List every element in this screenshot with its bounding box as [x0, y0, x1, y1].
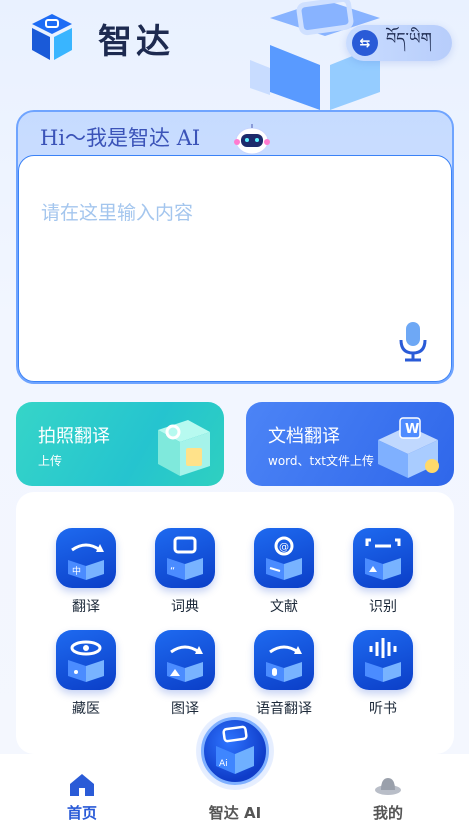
- photo-translate-title: 拍照翻译: [38, 426, 110, 447]
- grid-label: 翻译: [72, 599, 100, 615]
- literature-icon: @: [266, 536, 302, 580]
- grid-item-audiobook[interactable]: 听书: [333, 630, 433, 730]
- language-label: བོད་ཡིག: [386, 28, 432, 48]
- document-translate-title: 文档翻译: [268, 426, 340, 447]
- grid-item-dictionary[interactable]: “ 词典: [135, 528, 235, 628]
- nav-mine-label: 我的: [372, 804, 403, 821]
- robot-icon: [234, 124, 270, 155]
- document-translate-subtitle: word、txt文件上传: [268, 454, 375, 468]
- photo-translate-subtitle: 上传: [38, 454, 63, 468]
- microphone-icon[interactable]: [397, 320, 429, 362]
- nav-ai-label: 智达 AI: [208, 804, 262, 821]
- translate-icon: 中: [68, 543, 104, 580]
- header: 智达 ⇆ བོད་ཡིག: [0, 0, 469, 110]
- svg-text:W: W: [405, 422, 419, 437]
- grid-label: 文献: [270, 599, 298, 615]
- grid-label: 藏医: [72, 701, 100, 717]
- document-cube-icon: W: [378, 417, 439, 478]
- grid-item-recognize[interactable]: 识别: [333, 528, 433, 628]
- home-icon: [70, 774, 94, 796]
- svg-text:中: 中: [72, 565, 81, 577]
- voice-translate-icon: [266, 645, 302, 682]
- audiobook-icon: [365, 638, 401, 682]
- grid-label: 词典: [171, 599, 199, 615]
- nav-mine[interactable]: 我的: [328, 754, 448, 821]
- image-translate-icon: [167, 645, 203, 682]
- fab-text: Ai: [219, 759, 228, 769]
- photo-translate-card[interactable]: 拍照翻译 上传: [16, 402, 224, 486]
- nav-home[interactable]: 首页: [22, 754, 142, 821]
- ai-greeting: Hi～我是智达 AI: [40, 126, 201, 150]
- recognize-icon: [365, 538, 401, 580]
- tibetan-medicine-icon: [68, 640, 104, 682]
- input-placeholder: 请在这里输入内容: [41, 202, 194, 224]
- ai-input-card: Hi～我是智达 AI 请在这里输入内容: [16, 110, 454, 384]
- ai-assistant-button[interactable]: Ai: [201, 717, 269, 785]
- grid-label: 识别: [369, 599, 397, 615]
- text-input-area[interactable]: 请在这里输入内容: [18, 155, 452, 382]
- grid-label: 听书: [369, 701, 397, 717]
- profile-icon: [375, 778, 401, 795]
- ai-cube-icon: Ai: [216, 725, 254, 774]
- document-translate-card[interactable]: 文档翻译 word、txt文件上传 W: [246, 402, 454, 486]
- grid-item-tibetan-medicine[interactable]: 藏医: [36, 630, 136, 730]
- language-switch-button[interactable]: ⇆ བོད་ཡིག: [346, 25, 452, 61]
- nav-home-label: 首页: [66, 804, 97, 821]
- grid-item-translate[interactable]: 中 翻译: [36, 528, 136, 628]
- grid-item-literature[interactable]: @ 文献: [234, 528, 334, 628]
- dictionary-icon: “: [167, 536, 203, 580]
- svg-text:@: @: [279, 542, 289, 553]
- swap-icon: ⇆: [352, 30, 378, 56]
- app-title: 智达: [98, 22, 174, 62]
- camera-cube-icon: [158, 420, 210, 476]
- app-logo-icon: [32, 14, 72, 60]
- svg-text:“: “: [170, 566, 175, 577]
